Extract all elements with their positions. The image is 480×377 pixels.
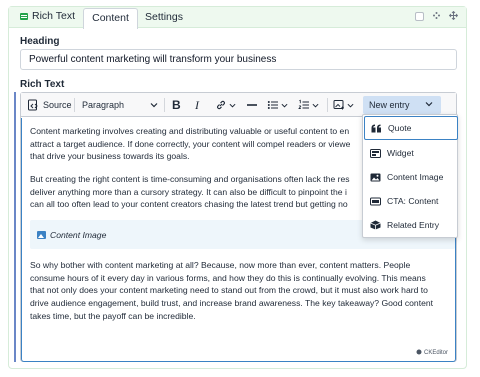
ckeditor-logo-icon bbox=[416, 349, 422, 357]
chevron-down-icon bbox=[229, 102, 236, 109]
new-entry-menu: Quote Widget Content Image CTA: Content … bbox=[362, 114, 458, 238]
chevron-down-icon bbox=[347, 102, 354, 109]
block-type-label: Rich Text bbox=[32, 10, 75, 22]
related-entry-icon bbox=[369, 219, 381, 231]
link-button[interactable] bbox=[215, 93, 236, 117]
italic-icon: I bbox=[195, 97, 199, 112]
menu-item-related-entry[interactable]: Related Entry bbox=[364, 213, 458, 237]
media-icon bbox=[333, 99, 345, 111]
rich-text-label: Rich Text bbox=[20, 79, 65, 90]
bold-button[interactable]: B bbox=[172, 93, 181, 117]
source-button[interactable]: Source bbox=[27, 93, 72, 117]
chevron-down-icon bbox=[150, 101, 158, 109]
credits-label: CKEditor bbox=[423, 350, 448, 356]
ckeditor-credits[interactable]: CKEditor bbox=[416, 349, 448, 357]
menu-item-label: CTA: Content bbox=[387, 196, 439, 206]
horizontal-line-icon bbox=[246, 99, 258, 111]
text-line: consume hours of it every day in various… bbox=[30, 272, 426, 283]
quote-icon bbox=[370, 122, 382, 134]
horizontal-line-button[interactable] bbox=[246, 93, 258, 117]
source-icon bbox=[27, 99, 39, 111]
numbered-list-button[interactable] bbox=[298, 93, 319, 117]
heading-style-value: Paragraph bbox=[82, 100, 125, 110]
image-icon bbox=[369, 171, 381, 183]
menu-item-label: Widget bbox=[387, 148, 414, 158]
text-line: takes time, but the payoff can be incred… bbox=[30, 310, 196, 321]
select-checkbox[interactable] bbox=[415, 11, 424, 21]
text-line: that not only does your content marketin… bbox=[30, 285, 428, 296]
heading-style-dropdown[interactable]: Paragraph bbox=[82, 93, 160, 117]
embed-label: Content Image bbox=[50, 229, 107, 240]
bulleted-list-icon bbox=[267, 99, 279, 111]
new-entry-dropdown[interactable]: New entry bbox=[363, 96, 441, 114]
italic-button[interactable]: I bbox=[195, 93, 199, 117]
menu-item-quote[interactable]: Quote bbox=[364, 116, 458, 140]
heading-label: Heading bbox=[20, 36, 60, 47]
settings-dots-icon[interactable] bbox=[431, 11, 441, 21]
bold-icon: B bbox=[172, 98, 181, 112]
toolbar-separator bbox=[164, 98, 165, 112]
menu-item-label: Quote bbox=[388, 123, 412, 133]
chevron-down-icon bbox=[312, 102, 319, 109]
cta-icon bbox=[369, 195, 381, 207]
rich-text-icon bbox=[20, 12, 28, 20]
menu-item-widget[interactable]: Widget bbox=[364, 141, 458, 165]
block-type-title: Rich Text bbox=[20, 10, 75, 22]
numbered-list-icon bbox=[298, 99, 310, 111]
link-icon bbox=[215, 99, 227, 111]
text-line: drive audience engagement, build trust, … bbox=[30, 298, 434, 309]
menu-item-content-image[interactable]: Content Image bbox=[364, 165, 458, 189]
widget-icon bbox=[369, 147, 381, 159]
chevron-down-icon bbox=[281, 102, 288, 109]
new-entry-label: New entry bbox=[369, 100, 410, 110]
editor-focus-indicator bbox=[14, 92, 16, 362]
menu-item-cta-content[interactable]: CTA: Content bbox=[364, 189, 458, 213]
menu-item-label: Related Entry bbox=[387, 220, 440, 230]
chevron-down-icon bbox=[425, 100, 433, 110]
toolbar-separator bbox=[74, 98, 75, 112]
toolbar-separator bbox=[327, 98, 328, 112]
paragraph: So why bother with content marketing at … bbox=[30, 259, 455, 323]
tab-content[interactable]: Content bbox=[83, 8, 138, 29]
source-label: Source bbox=[43, 100, 72, 110]
block-tab-bar: Rich Text Content Settings bbox=[9, 7, 466, 29]
image-icon bbox=[37, 230, 46, 239]
bulleted-list-button[interactable] bbox=[267, 93, 288, 117]
tab-settings[interactable]: Settings bbox=[141, 8, 187, 29]
menu-item-label: Content Image bbox=[387, 172, 444, 182]
block-controls bbox=[415, 10, 458, 21]
move-handle-icon[interactable] bbox=[448, 10, 458, 21]
heading-input[interactable] bbox=[20, 49, 457, 70]
text-line: So why bother with content marketing at … bbox=[30, 260, 411, 270]
media-button[interactable] bbox=[333, 93, 354, 117]
